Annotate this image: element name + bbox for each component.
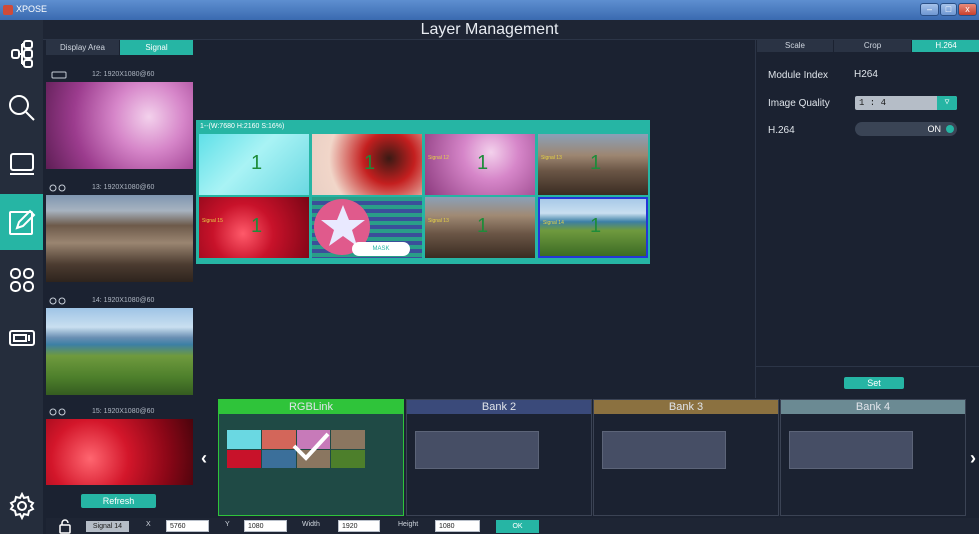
- layer-cell[interactable]: 1 Signal 12: [425, 134, 535, 195]
- layer-cell[interactable]: 1 Signal 13: [538, 134, 648, 195]
- ok-button[interactable]: OK: [496, 520, 539, 533]
- edit-icon: [8, 209, 35, 235]
- bottom-bar: Signal 14 X 5760 Y 1080 Width 1920 Heigh…: [46, 518, 979, 534]
- image-quality-value: 1 : 4: [859, 98, 887, 108]
- maximize-button[interactable]: □: [940, 3, 957, 16]
- search-icon: [8, 95, 35, 121]
- module-index-value: H264: [854, 69, 878, 80]
- bank-title: Bank 3: [594, 400, 778, 414]
- signal-thumbnail: [46, 82, 193, 169]
- signal-name-field: Signal 14: [86, 521, 129, 532]
- signal-thumbnail: [46, 419, 193, 485]
- image-quality-select[interactable]: 1 : 4 ▽: [855, 96, 957, 110]
- bank-preview: [789, 431, 913, 469]
- bank-3[interactable]: Bank 3: [593, 399, 779, 516]
- signal-card[interactable]: 12: 1920X1080@60: [46, 69, 193, 182]
- tab-scale[interactable]: Scale: [757, 40, 833, 52]
- signal-card[interactable]: 14: 1920X1080@60: [46, 295, 193, 408]
- signal-card[interactable]: 13: 1920X1080@60: [46, 182, 193, 295]
- tab-display-area[interactable]: Display Area: [46, 40, 119, 55]
- layer-cell-selected[interactable]: 1 Signal 14: [538, 197, 648, 258]
- device-icon: [8, 330, 35, 346]
- module-index-label: Module Index: [768, 70, 829, 81]
- bank-4[interactable]: Bank 4: [780, 399, 966, 516]
- signal-panel: Display Area Signal 12: 1920X1080@60 13:…: [46, 40, 193, 519]
- gear-icon: [9, 492, 34, 520]
- height-label: Height: [398, 521, 419, 528]
- page-title: Layer Management: [420, 21, 559, 38]
- title-bar: XPOSE – □ x: [0, 0, 979, 20]
- divider: [756, 366, 979, 367]
- chevron-right-icon[interactable]: ›: [970, 448, 976, 469]
- layer-cell[interactable]: 1: [199, 134, 309, 195]
- mask-label[interactable]: MASK: [352, 242, 410, 256]
- nav-topology[interactable]: [0, 26, 43, 82]
- bank-title: Bank 4: [781, 400, 965, 414]
- nav-presets[interactable]: [0, 252, 43, 308]
- bank-title: Bank 2: [407, 400, 591, 414]
- image-quality-label: Image Quality: [768, 98, 830, 109]
- layer-cell[interactable]: MASK: [312, 197, 422, 258]
- chevron-left-icon[interactable]: ‹: [201, 448, 207, 469]
- layer-cell[interactable]: 1: [312, 134, 422, 195]
- tab-signal[interactable]: Signal: [120, 40, 193, 55]
- signal-label: 15: 1920X1080@60: [92, 408, 155, 415]
- topology-icon: [10, 40, 33, 68]
- bank-2[interactable]: Bank 2: [406, 399, 592, 516]
- monitor-icon: [9, 153, 34, 175]
- chevron-down-icon[interactable]: ▽: [937, 96, 957, 110]
- nav-display[interactable]: [0, 136, 43, 192]
- minimize-button[interactable]: –: [920, 3, 939, 16]
- toggle-state: ON: [927, 124, 942, 134]
- set-button[interactable]: Set: [844, 377, 904, 389]
- bank-rgblink[interactable]: RGBLink: [218, 399, 404, 516]
- height-input[interactable]: 1080: [435, 520, 480, 532]
- header: Layer Management: [0, 20, 979, 40]
- signal-thumbnail: [46, 195, 193, 282]
- app-name: XPOSE: [16, 4, 48, 14]
- width-label: Width: [302, 521, 320, 528]
- app-logo-icon: [3, 5, 13, 15]
- signal-label: 12: 1920X1080@60: [92, 71, 155, 78]
- x-input[interactable]: 5760: [166, 520, 209, 532]
- bank-preview: [602, 431, 726, 469]
- x-label: X: [146, 521, 151, 528]
- sidebar: [0, 20, 43, 534]
- nav-search[interactable]: [0, 80, 43, 136]
- grid-icon: [9, 268, 34, 292]
- h264-toggle[interactable]: ON: [855, 122, 957, 136]
- tab-h264[interactable]: H.264: [912, 40, 979, 52]
- lock-icon[interactable]: [58, 519, 72, 534]
- layer-cell[interactable]: 1 Signal 13: [425, 197, 535, 258]
- toggle-knob: [946, 125, 954, 133]
- layer-cell[interactable]: 1 Signal 15: [199, 197, 309, 258]
- nav-settings[interactable]: [0, 478, 43, 534]
- close-button[interactable]: x: [958, 3, 977, 16]
- layer-caption: 1--(W:7680 H:2160 S:16%): [200, 123, 285, 130]
- check-icon: [292, 432, 330, 461]
- bank-area: ‹ RGBLink Bank 2 Bank 3 Bank 4 ›: [195, 398, 979, 518]
- tab-crop[interactable]: Crop: [834, 40, 911, 52]
- bank-preview: [415, 431, 539, 469]
- layer-window[interactable]: 1--(W:7680 H:2160 S:16%) 1 1 1 Signal 12 …: [196, 120, 650, 264]
- nav-device[interactable]: [0, 310, 43, 366]
- signal-label: 13: 1920X1080@60: [92, 184, 155, 191]
- y-label: Y: [225, 521, 230, 528]
- signal-thumbnail: [46, 308, 193, 395]
- h264-label: H.264: [768, 125, 795, 136]
- y-input[interactable]: 1080: [244, 520, 287, 532]
- refresh-button[interactable]: Refresh: [81, 494, 156, 508]
- bank-title: RGBLink: [219, 400, 403, 414]
- signal-label: 14: 1920X1080@60: [92, 297, 155, 304]
- app-window: XPOSE – □ x Layer Management Display Are…: [0, 0, 979, 534]
- nav-edit[interactable]: [0, 194, 43, 250]
- width-input[interactable]: 1920: [338, 520, 380, 532]
- properties-panel: Scale Crop H.264 Module Index H264 Image…: [755, 40, 979, 398]
